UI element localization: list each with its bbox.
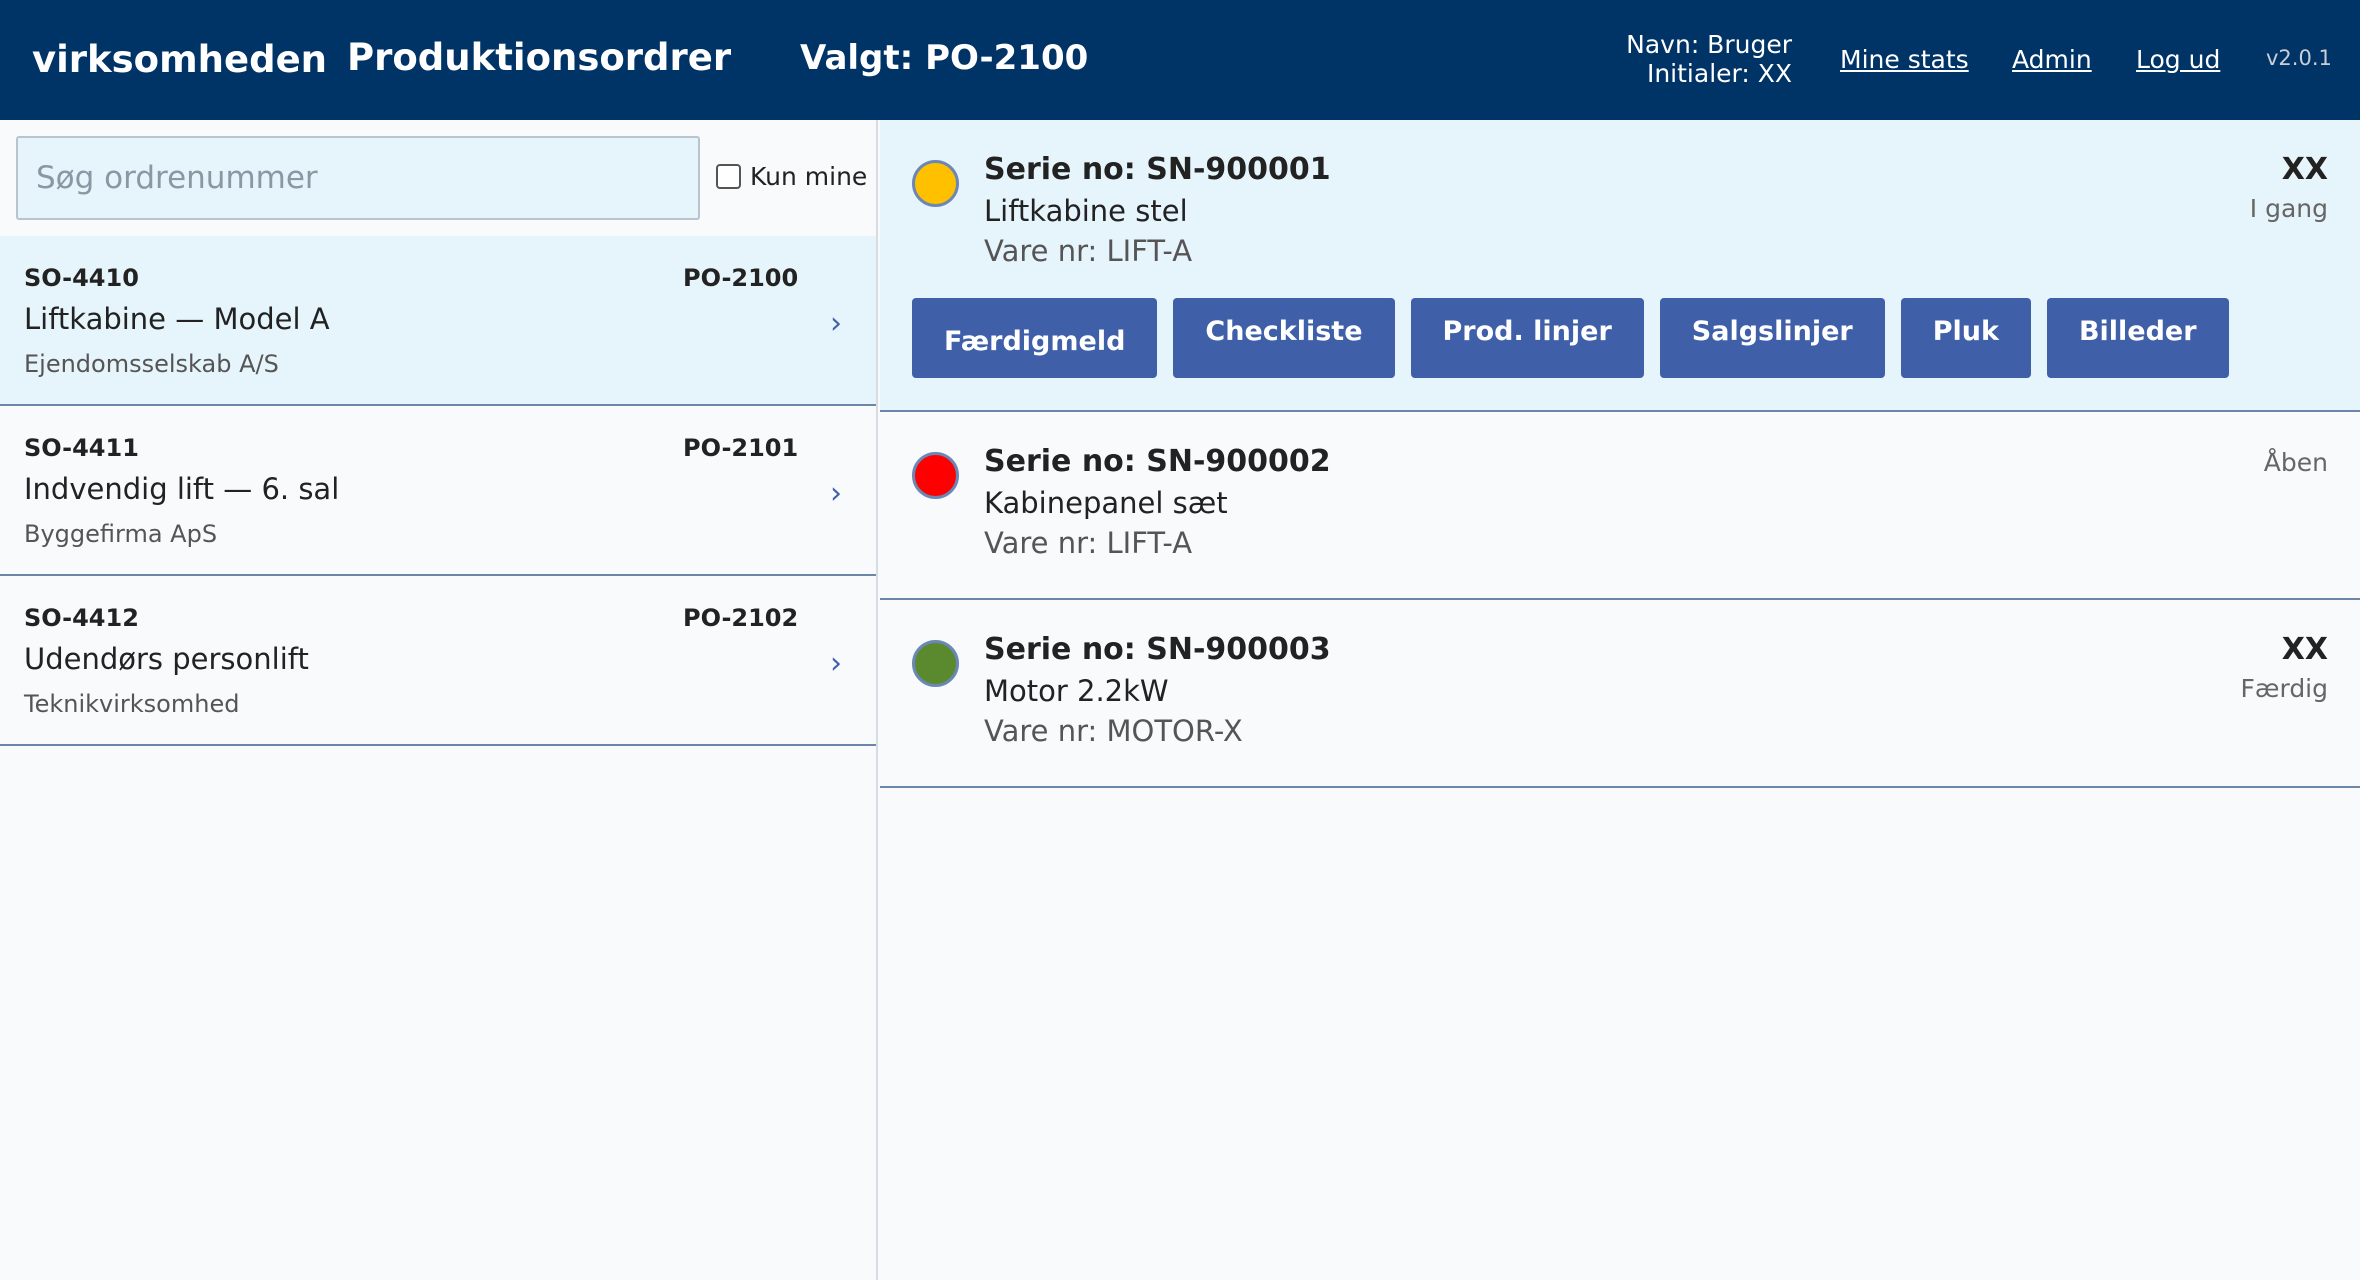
admin-link[interactable]: Admin — [2012, 45, 2092, 74]
order-po-number: PO-2100 — [683, 264, 799, 292]
serial-list-item[interactable]: Serie no: SN-900001 Liftkabine stel Vare… — [880, 120, 2360, 412]
order-customer: Ejendomsselskab A/S — [24, 350, 279, 378]
order-so-number: SO-4410 — [24, 264, 139, 292]
serial-actions: Færdigmeld Checkliste Prod. linjer Salgs… — [912, 298, 2245, 378]
order-po-number: PO-2102 — [683, 604, 799, 632]
chevron-right-icon: › — [830, 306, 842, 341]
order-po-number: PO-2101 — [683, 434, 799, 462]
order-customer: Teknikvirksomhed — [24, 690, 240, 718]
assignee-initials: XX — [2281, 632, 2328, 667]
serial-list-panel: Serie no: SN-900001 Liftkabine stel Vare… — [880, 120, 2360, 1280]
sales-lines-button[interactable]: Salgslinjer — [1659, 298, 1885, 378]
status-dot-icon — [912, 452, 959, 499]
serial-item-name: Liftkabine stel — [984, 194, 1188, 228]
complete-button[interactable]: Færdigmeld — [912, 298, 1158, 378]
version-label: v2.0.1 — [2266, 46, 2332, 70]
serial-number: Serie no: SN-900001 — [984, 152, 1331, 187]
order-so-number: SO-4412 — [24, 604, 139, 632]
user-initials: Initialer: XX — [1646, 59, 1792, 88]
order-list-item[interactable]: SO-4410 PO-2100 Liftkabine — Model A Eje… — [0, 236, 876, 406]
only-mine-checkbox[interactable] — [716, 164, 741, 189]
my-stats-link[interactable]: Mine stats — [1840, 45, 1969, 74]
user-name: Navn: Bruger — [1626, 30, 1792, 59]
assignee-initials: XX — [2281, 152, 2328, 187]
serial-item-number: Vare nr: LIFT-A — [984, 526, 1193, 560]
order-customer: Byggefirma ApS — [24, 520, 218, 548]
serial-number: Serie no: SN-900003 — [984, 632, 1331, 667]
page-title: Produktionsordrer — [347, 36, 732, 79]
serial-number: Serie no: SN-900002 — [984, 444, 1331, 479]
serial-item-number: Vare nr: MOTOR-X — [984, 714, 1243, 748]
only-mine-filter[interactable]: Kun mine — [716, 162, 867, 191]
status-dot-icon — [912, 640, 959, 687]
order-search-input[interactable] — [16, 136, 700, 220]
chevron-right-icon: › — [830, 646, 842, 681]
order-title: Liftkabine — Model A — [24, 302, 330, 336]
serial-list-item[interactable]: Serie no: SN-900003 Motor 2.2kW Vare nr:… — [880, 600, 2360, 788]
checklist-button[interactable]: Checkliste — [1173, 298, 1395, 378]
user-info: Navn: Bruger Initialer: XX — [1626, 30, 1792, 88]
order-list-item[interactable]: SO-4412 PO-2102 Udendørs personlift Tekn… — [0, 576, 876, 746]
only-mine-label: Kun mine — [750, 162, 868, 191]
chevron-right-icon: › — [830, 476, 842, 511]
top-bar: virksomheden Produktionsordrer Valgt: PO… — [0, 0, 2360, 120]
order-so-number: SO-4411 — [24, 434, 139, 462]
order-title: Udendørs personlift — [24, 642, 309, 676]
prod-lines-button[interactable]: Prod. linjer — [1410, 298, 1644, 378]
order-list-item[interactable]: SO-4411 PO-2101 Indvendig lift — 6. sal … — [0, 406, 876, 576]
serial-item-name: Kabinepanel sæt — [984, 486, 1228, 520]
status-dot-icon — [912, 160, 959, 207]
pick-button[interactable]: Pluk — [1900, 298, 2031, 378]
status-label: I gang — [2249, 194, 2328, 223]
order-list-panel: Kun mine SO-4410 PO-2100 Liftkabine — Mo… — [0, 120, 878, 1280]
logout-link[interactable]: Log ud — [2136, 45, 2220, 74]
brand-name: virksomheden — [32, 38, 328, 81]
serial-item-number: Vare nr: LIFT-A — [984, 234, 1193, 268]
serial-list-item[interactable]: Serie no: SN-900002 Kabinepanel sæt Vare… — [880, 412, 2360, 600]
status-label: Åben — [2263, 448, 2328, 477]
status-label: Færdig — [2240, 674, 2328, 703]
selected-order: Valgt: PO-2100 — [800, 38, 1089, 78]
images-button[interactable]: Billeder — [2046, 298, 2229, 378]
order-title: Indvendig lift — 6. sal — [24, 472, 340, 506]
search-bar: Kun mine — [0, 120, 876, 236]
serial-item-name: Motor 2.2kW — [984, 674, 1169, 708]
